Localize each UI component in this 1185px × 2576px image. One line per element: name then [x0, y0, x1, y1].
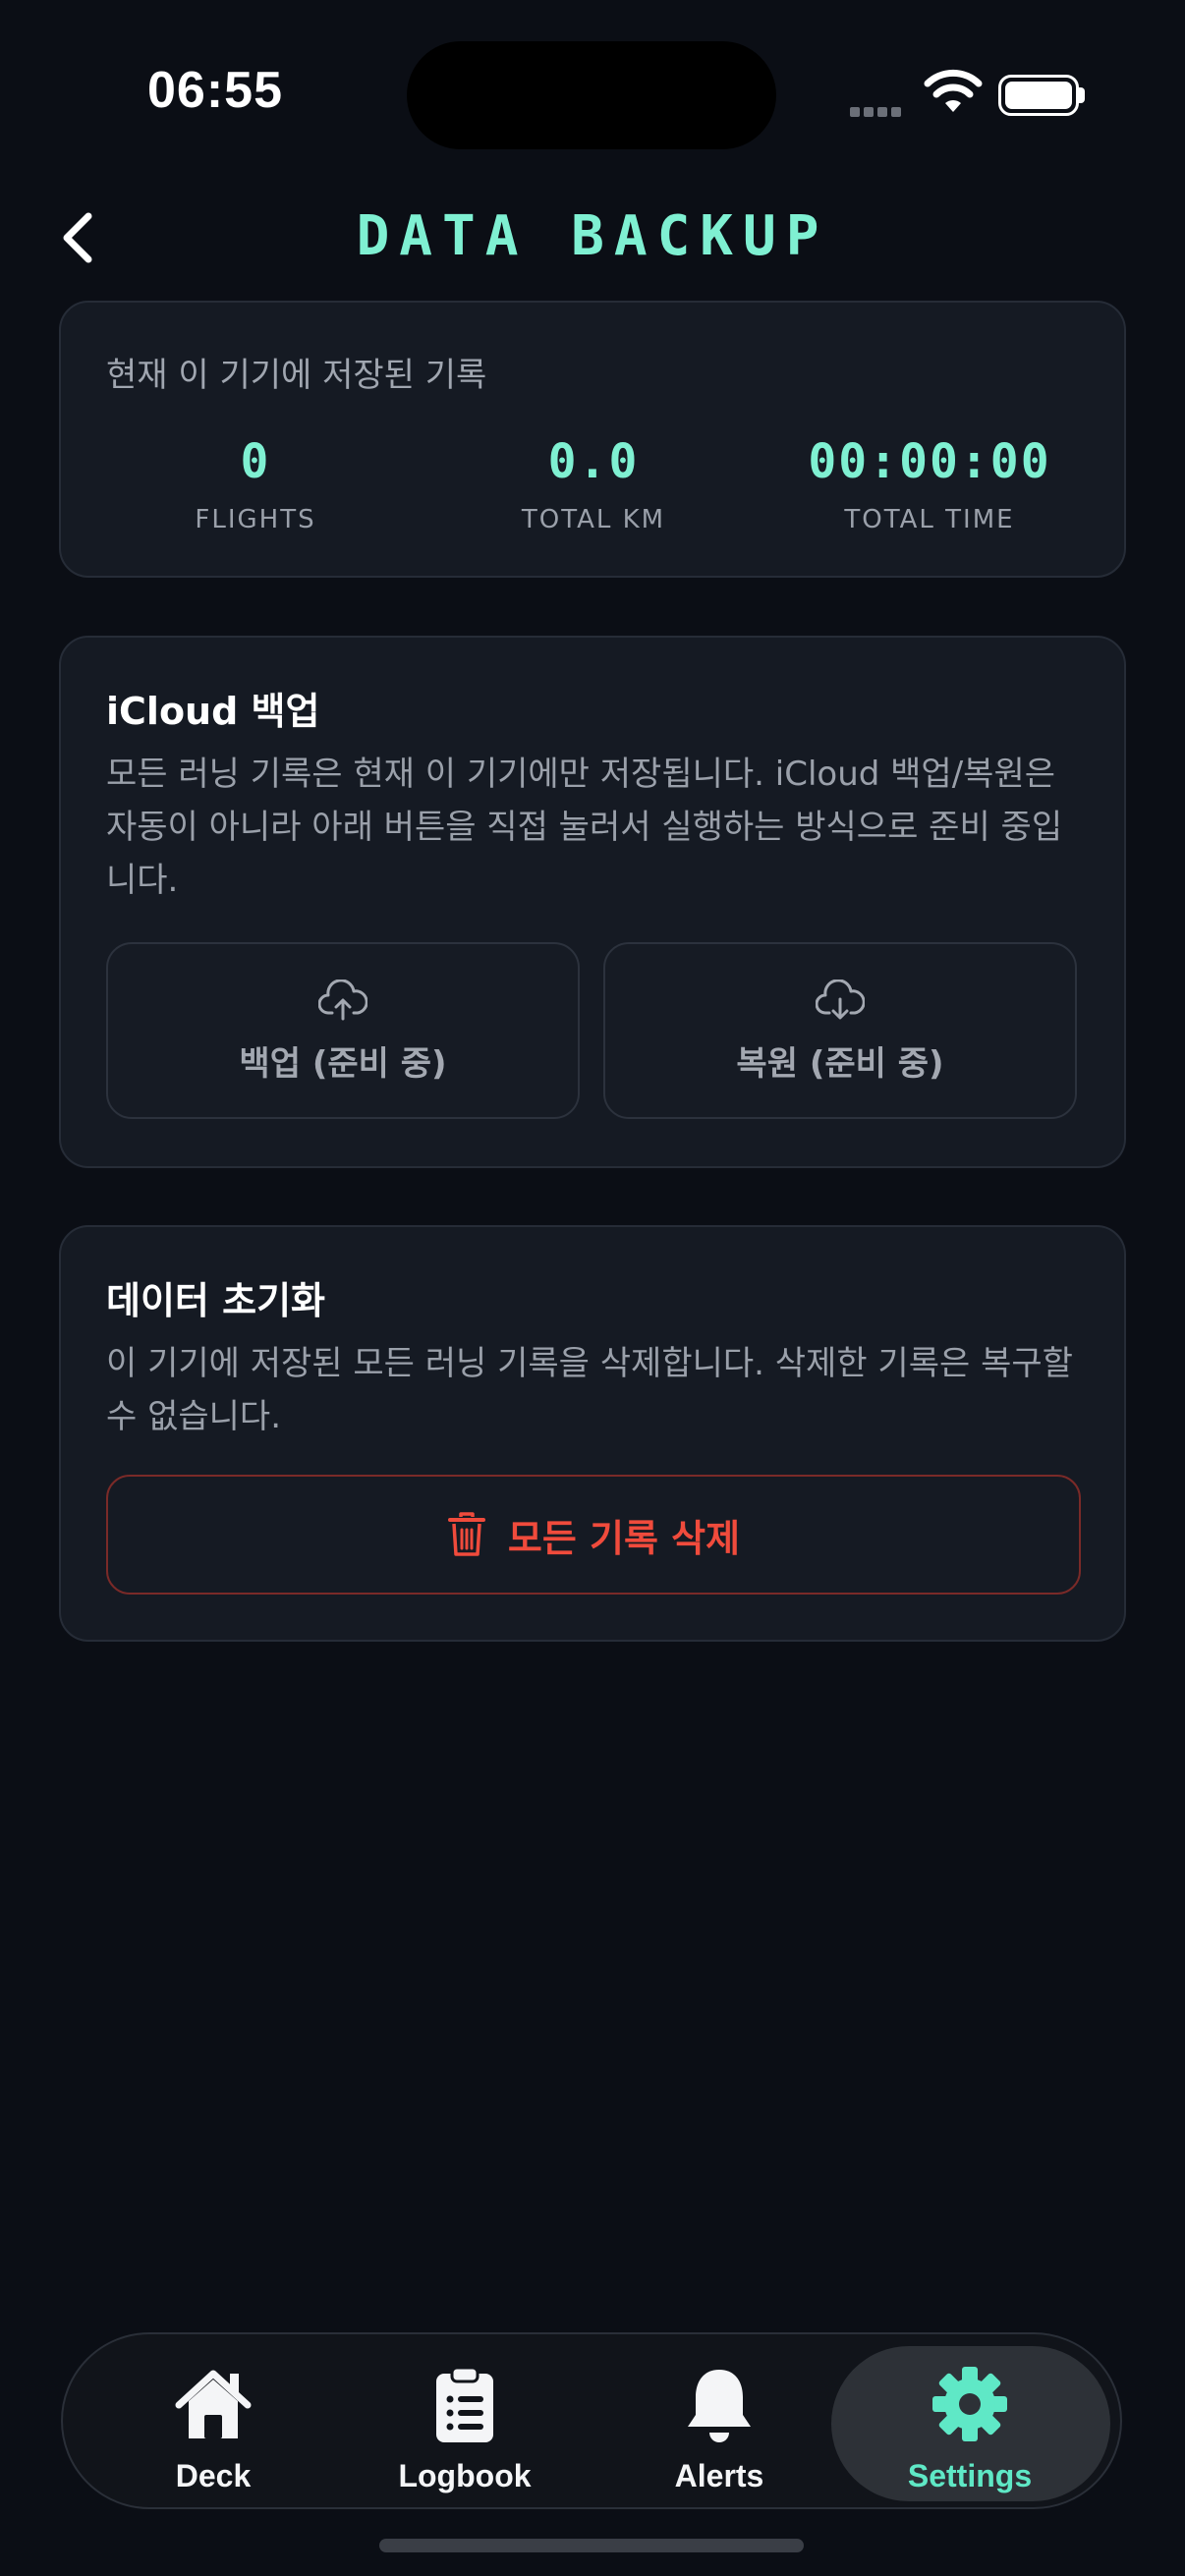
- stat-value: 0: [240, 434, 271, 489]
- restore-label: 복원 (준비 중): [736, 1044, 944, 1084]
- tab-label: Deck: [175, 2458, 252, 2493]
- icloud-backup-card: iCloud 백업 모든 러닝 기록은 현재 이 기기에만 저장됩니다. iCl…: [59, 636, 1126, 1168]
- icloud-description: 모든 러닝 기록은 현재 이 기기에만 저장됩니다. iCloud 백업/복원은…: [106, 755, 1063, 900]
- tab-label: Settings: [907, 2458, 1033, 2493]
- house-icon: [175, 2370, 252, 2438]
- tab-label: Logbook: [398, 2458, 532, 2493]
- stat-value: 00:00:00: [808, 434, 1051, 489]
- tab-settings[interactable]: Settings: [847, 2364, 1093, 2494]
- cloud-download-icon: [815, 979, 866, 1020]
- stat-total-km: 0.0 TOTAL KM: [426, 434, 761, 534]
- stat-label: TOTAL KM: [521, 505, 666, 534]
- cloud-upload-icon: [317, 979, 368, 1021]
- page-title: DATA BACKUP: [356, 204, 829, 268]
- tab-label: Alerts: [674, 2458, 764, 2493]
- tab-alerts[interactable]: Alerts: [596, 2364, 842, 2494]
- stat-flights: 0 FLIGHTS: [88, 434, 423, 534]
- delete-all-label: 모든 기록 삭제: [507, 1516, 741, 1560]
- trash-icon: [447, 1512, 485, 1556]
- stat-value: 0.0: [547, 434, 640, 489]
- status-time: 06:55: [147, 62, 283, 119]
- gear-icon: [932, 2367, 1007, 2441]
- data-reset-card: 데이터 초기화 이 기기에 저장된 모든 러닝 기록을 삭제합니다. 삭제한 기…: [59, 1225, 1126, 1642]
- home-indicator: [379, 2539, 804, 2552]
- restore-button[interactable]: 복원 (준비 중): [603, 942, 1077, 1119]
- backup-label: 백업 (준비 중): [239, 1044, 447, 1084]
- stat-total-time: 00:00:00 TOTAL TIME: [762, 434, 1097, 534]
- battery-tip: [1079, 87, 1085, 103]
- storage-label: 현재 이 기기에 저장된 기록: [106, 356, 487, 395]
- reset-description: 이 기기에 저장된 모든 러닝 기록을 삭제합니다. 삭제한 기록은 복구할 수…: [106, 1344, 1073, 1436]
- storage-summary-card: 현재 이 기기에 저장된 기록 0 FLIGHTS 0.0 TOTAL KM 0…: [59, 301, 1126, 578]
- delete-all-records-button[interactable]: 모든 기록 삭제: [106, 1475, 1081, 1595]
- reset-title: 데이터 초기화: [106, 1279, 325, 1322]
- wifi-icon: [924, 69, 983, 112]
- tab-deck[interactable]: Deck: [90, 2364, 336, 2494]
- dynamic-island: [407, 41, 776, 149]
- clipboard-list-icon: [436, 2366, 493, 2442]
- stat-label: FLIGHTS: [195, 505, 316, 534]
- cellular-signal-icon: [850, 102, 905, 121]
- backup-button[interactable]: 백업 (준비 중): [106, 942, 580, 1119]
- stat-label: TOTAL TIME: [844, 505, 1015, 534]
- tab-logbook[interactable]: Logbook: [342, 2364, 588, 2494]
- battery-icon: [998, 75, 1079, 116]
- bell-icon: [688, 2370, 751, 2442]
- icloud-title: iCloud 백업: [106, 690, 320, 733]
